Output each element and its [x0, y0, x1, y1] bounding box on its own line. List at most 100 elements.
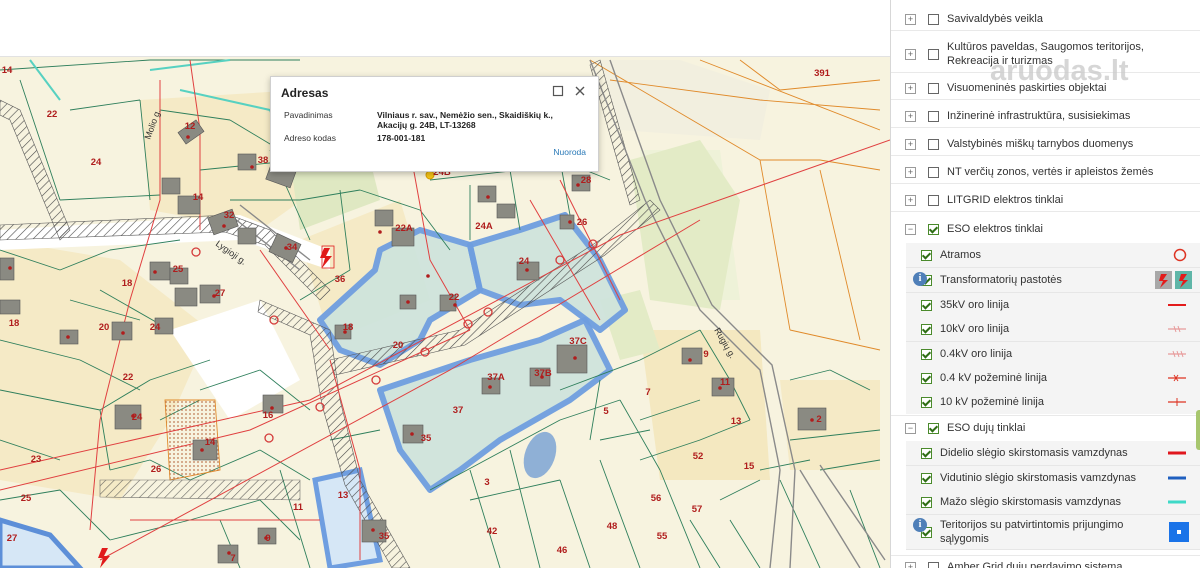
- svg-text:48: 48: [607, 521, 618, 532]
- svg-text:27: 27: [7, 533, 18, 544]
- layer-label: ESO elektros tinklai: [947, 223, 1043, 235]
- sublayer-checkbox[interactable]: [921, 299, 932, 311]
- sublayer-label: 0.4kV oro linija: [940, 348, 1013, 360]
- svg-text:18: 18: [343, 322, 354, 333]
- svg-text:42: 42: [487, 526, 498, 537]
- svg-text:46: 46: [557, 545, 568, 556]
- layer-checkbox[interactable]: [928, 194, 939, 206]
- sublayer-didelio[interactable]: Didelio slėgio skirstomasis vamzdynas: [906, 441, 1200, 466]
- svg-text:55: 55: [657, 531, 668, 542]
- svg-text:20: 20: [99, 322, 110, 333]
- line-04kv-underground-icon: [1168, 374, 1186, 382]
- value-name-line2: Akacijų g. 24B, LT-13268: [377, 120, 476, 130]
- sublayer-checkbox[interactable]: [921, 472, 932, 484]
- layer-item-misku[interactable]: + Valstybinės miškų tarnybos duomenys: [891, 133, 1200, 156]
- layer-checkbox[interactable]: [928, 223, 939, 235]
- close-icon[interactable]: [574, 85, 588, 99]
- sublayer-checkbox[interactable]: [921, 323, 932, 335]
- line-35kv-icon: [1168, 304, 1186, 306]
- sublayer-label: 10 kV požeminė linija: [940, 396, 1044, 408]
- expand-icon[interactable]: +: [905, 194, 916, 206]
- value-name-line1: Vilniaus r. sav., Nemėžio sen., Skaidišk…: [377, 110, 553, 120]
- layer-item-savivaldybes[interactable]: + Savivaldybės veikla: [891, 8, 1200, 31]
- info-icon[interactable]: i: [913, 518, 927, 532]
- layer-label: Kultūros paveldas, Saugomos teritorijos,: [947, 41, 1144, 53]
- svg-text:24A: 24A: [475, 221, 493, 232]
- svg-text:23: 23: [31, 454, 42, 465]
- sublayer-teritorijos[interactable]: Teritorijos su patvirtintomis prijungimo…: [906, 515, 1200, 550]
- svg-text:26: 26: [151, 464, 162, 475]
- layer-label: Valstybinės miškų tarnybos duomenys: [947, 138, 1134, 150]
- layer-checkbox[interactable]: [928, 13, 939, 25]
- sublayer-vidutinio[interactable]: Vidutinio slėgio skirstomasis vamzdynas: [906, 466, 1200, 491]
- svg-text:13: 13: [338, 490, 349, 501]
- collapse-icon[interactable]: −: [905, 422, 916, 434]
- sublayer-checkbox[interactable]: [921, 372, 932, 384]
- svg-text:5: 5: [603, 406, 609, 417]
- svg-text:34: 34: [287, 242, 298, 253]
- expand-icon[interactable]: +: [905, 13, 916, 25]
- link-nuoroda[interactable]: Nuoroda: [553, 147, 586, 157]
- line-10kv-underground-icon: [1168, 398, 1186, 406]
- layer-checkbox[interactable]: [928, 561, 939, 568]
- layer-item-inzinerine[interactable]: + Inžinerinė infrastruktūra, susisiekima…: [891, 105, 1200, 128]
- panel-handle[interactable]: [1196, 410, 1200, 450]
- sublayer-checkbox[interactable]: [921, 249, 932, 261]
- svg-text:38: 38: [258, 155, 269, 166]
- svg-text:20: 20: [393, 340, 404, 351]
- svg-text:9: 9: [265, 533, 270, 544]
- layer-checkbox[interactable]: [928, 422, 939, 434]
- expand-icon[interactable]: +: [905, 561, 916, 568]
- svg-text:24: 24: [132, 412, 143, 423]
- layer-item-litgrid[interactable]: + LITGRID elektros tinklai: [891, 189, 1200, 212]
- expand-icon[interactable]: +: [905, 82, 916, 94]
- sublayer-10kv-pozemine[interactable]: 10 kV požeminė linija: [906, 390, 1200, 414]
- watermark: aruodas.lt: [990, 55, 1129, 87]
- svg-text:22A: 22A: [395, 223, 413, 234]
- layer-checkbox[interactable]: [928, 166, 939, 178]
- sublayer-10kv[interactable]: 10kV oro linija: [906, 317, 1200, 342]
- svg-text:14: 14: [205, 437, 216, 448]
- svg-text:37C: 37C: [569, 336, 587, 347]
- sublayer-checkbox[interactable]: [921, 348, 932, 360]
- sublayer-04kv[interactable]: 0.4kV oro linija: [906, 342, 1200, 367]
- expand-icon[interactable]: +: [905, 166, 916, 178]
- value-code: 178-001-181: [377, 133, 426, 143]
- svg-text:25: 25: [173, 264, 184, 275]
- layer-checkbox[interactable]: [928, 138, 939, 150]
- svg-text:16: 16: [263, 410, 274, 421]
- sublayer-label: 35kV oro linija: [940, 299, 1010, 311]
- layer-checkbox[interactable]: [928, 110, 939, 122]
- svg-text:37B: 37B: [534, 368, 552, 379]
- layer-checkbox[interactable]: [928, 48, 939, 60]
- svg-text:22: 22: [449, 292, 460, 303]
- sublayer-mazo[interactable]: Mažo slėgio skirstomasis vamzdynas: [906, 490, 1200, 515]
- svg-text:2: 2: [816, 414, 821, 425]
- map-view[interactable]: 14 22 24 12 38 14 32 34 22A 24A 24B 28 26 36 25…: [0, 0, 890, 568]
- pipe-high-icon: [1168, 451, 1186, 455]
- sublayer-transformatoriu[interactable]: Transformatorių pastotės: [906, 268, 1200, 293]
- sublayer-checkbox[interactable]: [921, 396, 932, 408]
- layer-item-nt-verciu[interactable]: + NT verčių zonos, vertės ir apleistos ž…: [891, 161, 1200, 184]
- maximize-icon[interactable]: [552, 85, 566, 99]
- sublayer-04kv-pozemine[interactable]: 0.4 kV požeminė linija: [906, 366, 1200, 391]
- sublayer-checkbox[interactable]: [921, 447, 932, 459]
- expand-icon[interactable]: +: [905, 138, 916, 150]
- svg-text:22: 22: [47, 109, 58, 120]
- layer-item-eso-duju[interactable]: − ESO dujų tinklai: [891, 415, 1200, 440]
- svg-text:18: 18: [9, 318, 20, 329]
- sublayer-35kv[interactable]: 35kV oro linija: [906, 293, 1200, 318]
- layer-item-amber-grid[interactable]: + Amber Grid dujų perdavimo sistema: [891, 555, 1200, 568]
- expand-icon[interactable]: +: [905, 48, 916, 60]
- collapse-icon[interactable]: −: [905, 223, 916, 235]
- sublayer-atramos[interactable]: Atramos: [906, 243, 1200, 268]
- expand-icon[interactable]: +: [905, 110, 916, 122]
- svg-text:24: 24: [519, 256, 530, 267]
- info-icon[interactable]: i: [913, 272, 927, 286]
- sublayer-label-line2: sąlygomis: [940, 533, 989, 545]
- layer-item-eso-elektros[interactable]: − ESO elektros tinklai: [891, 217, 1200, 241]
- sublayer-checkbox[interactable]: [921, 496, 932, 508]
- layer-checkbox[interactable]: [928, 82, 939, 94]
- svg-text:36: 36: [335, 274, 346, 285]
- pole-symbol-icon: [1173, 248, 1187, 262]
